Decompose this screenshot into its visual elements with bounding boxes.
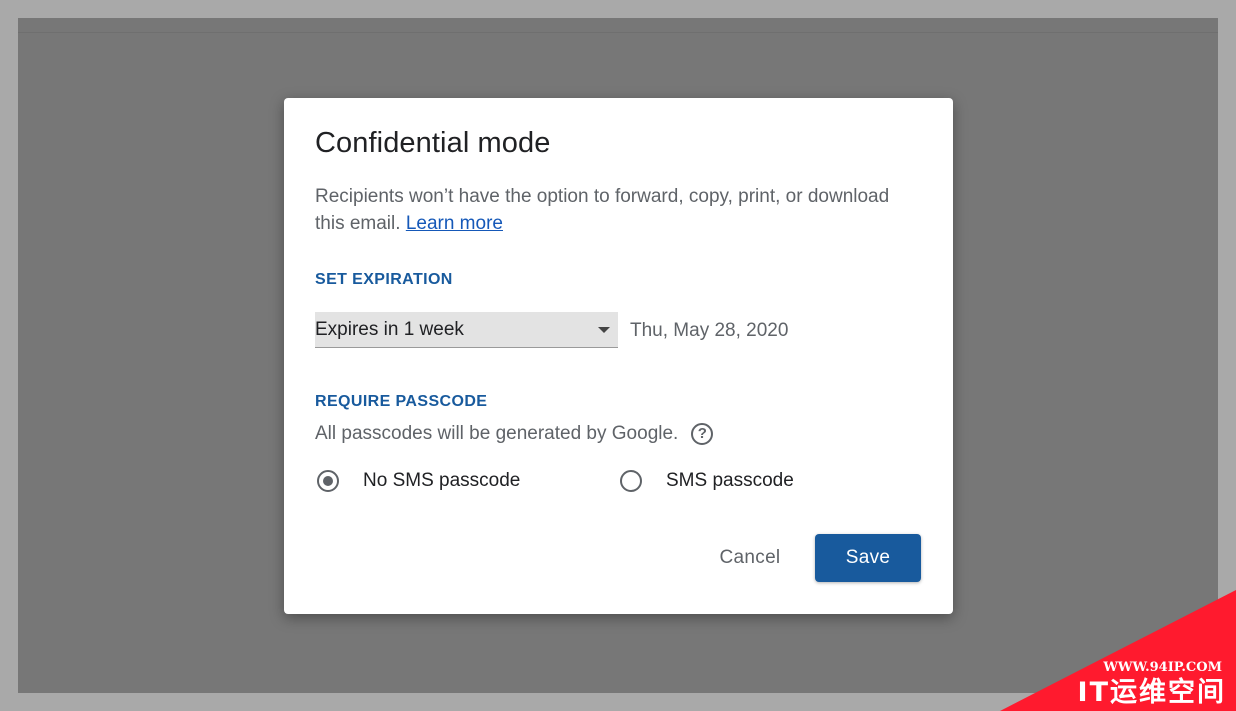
dialog-title: Confidential mode (315, 127, 551, 159)
dialog-description: Recipients won’t have the option to forw… (315, 183, 915, 237)
set-expiration-label: SET EXPIRATION (315, 271, 453, 288)
radio-label: SMS passcode (666, 470, 794, 491)
dropdown-arrow-icon (598, 327, 610, 333)
radio-sms-passcode[interactable]: SMS passcode (620, 470, 794, 492)
radio-unchecked-icon[interactable] (620, 470, 642, 492)
confidential-mode-dialog: Confidential mode Recipients won’t have … (284, 98, 953, 614)
radio-checked-icon[interactable] (317, 470, 339, 492)
watermark-name: IT运维空间 (1077, 677, 1226, 708)
radio-no-sms-passcode[interactable]: No SMS passcode (317, 470, 520, 492)
radio-label: No SMS passcode (363, 470, 521, 491)
passcode-note-text: All passcodes will be generated by Googl… (315, 423, 679, 444)
help-icon[interactable]: ? (691, 423, 714, 445)
backdrop-divider (18, 32, 1218, 33)
cancel-button[interactable]: Cancel (704, 534, 796, 582)
watermark: WWW.94IP.COM IT运维空间 (1000, 590, 1236, 711)
description-text: Recipients won’t have the option to forw… (315, 186, 890, 234)
expiration-select[interactable]: Expires in 1 week (315, 312, 618, 348)
learn-more-link[interactable]: Learn more (406, 213, 503, 234)
expiration-select-value: Expires in 1 week (315, 318, 464, 340)
save-button[interactable]: Save (815, 534, 921, 582)
passcode-note: All passcodes will be generated by Googl… (315, 423, 714, 445)
expiration-date: Thu, May 28, 2020 (630, 320, 789, 341)
require-passcode-label: REQUIRE PASSCODE (315, 393, 488, 410)
